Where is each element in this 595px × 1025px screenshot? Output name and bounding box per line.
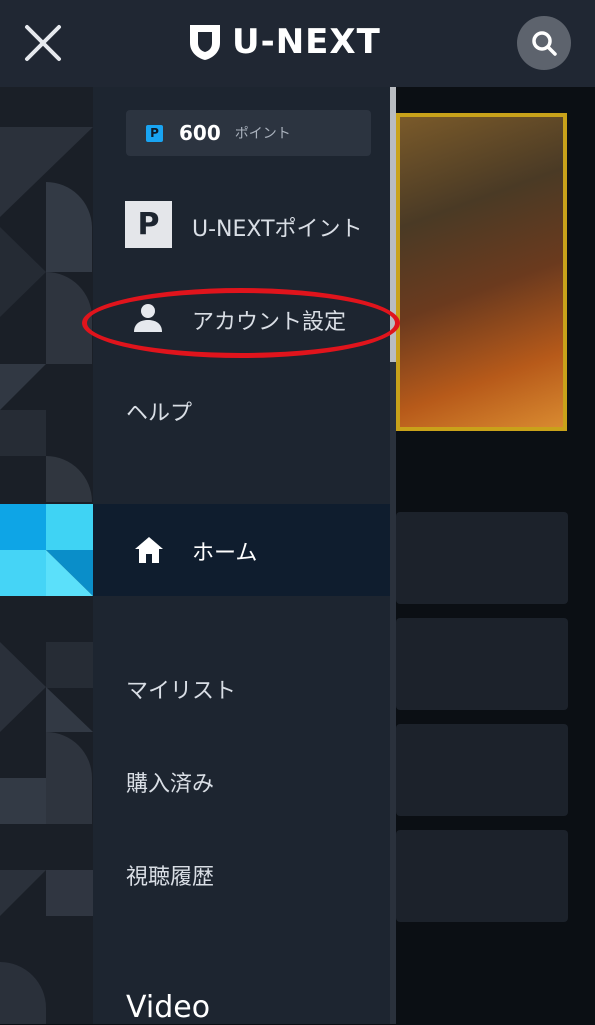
close-menu-button[interactable] bbox=[18, 18, 68, 68]
top-header: U-NEXT bbox=[0, 0, 595, 87]
menu-item-help[interactable]: ヘルプ bbox=[126, 395, 192, 427]
content-card[interactable] bbox=[396, 830, 568, 922]
points-unit: ポイント bbox=[234, 126, 291, 142]
home-icon bbox=[135, 537, 163, 563]
content-card[interactable] bbox=[396, 724, 568, 816]
content-card[interactable] bbox=[396, 618, 568, 710]
content-card[interactable] bbox=[396, 512, 568, 604]
poster-image bbox=[400, 117, 563, 427]
section-heading-video: Video bbox=[126, 990, 211, 1025]
geometric-pattern-graphic bbox=[0, 87, 93, 1024]
logo-text: U-NEXT bbox=[232, 22, 381, 62]
menu-item-home-label: ホーム bbox=[192, 541, 258, 566]
search-button[interactable] bbox=[517, 16, 571, 70]
menu-item-history[interactable]: 視聴履歴 bbox=[126, 859, 214, 891]
search-icon bbox=[532, 31, 557, 56]
decorative-pattern bbox=[0, 87, 93, 1024]
menu-item-unext-points[interactable]: U-NEXTポイント bbox=[192, 211, 363, 243]
menu-item-purchased[interactable]: 購入済み bbox=[126, 766, 214, 798]
menu-item-my-list[interactable]: マイリスト bbox=[126, 673, 236, 705]
points-badge-icon: P bbox=[146, 124, 163, 142]
highlight-annotation bbox=[82, 288, 400, 358]
points-menu-icon: P bbox=[125, 201, 172, 248]
points-value: 600 bbox=[179, 121, 221, 145]
unext-logo[interactable]: U-NEXT bbox=[188, 20, 381, 64]
shield-logo-icon bbox=[190, 25, 220, 60]
points-balance[interactable]: P 600 ポイント bbox=[126, 110, 371, 156]
featured-poster[interactable] bbox=[396, 113, 567, 431]
close-icon bbox=[25, 25, 61, 61]
